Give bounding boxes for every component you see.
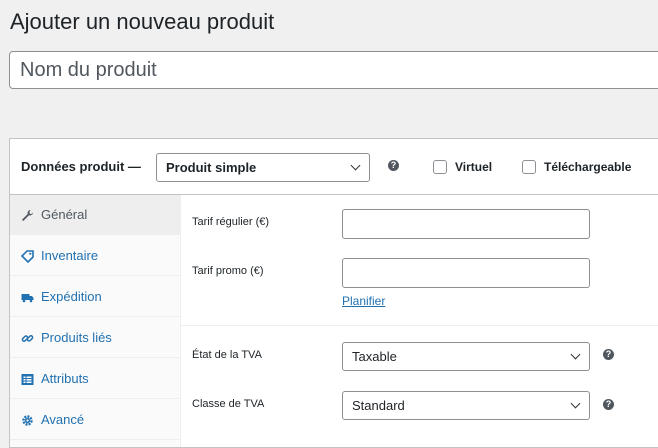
tab-shipping[interactable]: Expédition xyxy=(10,277,180,317)
product-data-header: Données produit — Produit simple ? Virtu… xyxy=(10,139,658,195)
sale-price-label: Tarif promo (€) xyxy=(192,265,264,277)
list-icon xyxy=(21,373,34,386)
product-data-panel: Données produit — Produit simple ? Virtu… xyxy=(9,138,658,448)
chevron-down-icon xyxy=(350,160,361,171)
section-divider xyxy=(181,325,658,326)
truck-icon xyxy=(21,291,34,304)
tax-status-help-icon[interactable]: ? xyxy=(603,349,614,360)
product-type-value: Produit simple xyxy=(166,160,257,175)
tax-class-value: Standard xyxy=(352,398,405,413)
tab-advanced[interactable]: Avancé xyxy=(10,400,180,440)
wrench-icon xyxy=(21,209,34,222)
tag-icon xyxy=(21,250,34,263)
tab-advanced-label: Avancé xyxy=(41,412,85,427)
tax-status-select[interactable]: Taxable xyxy=(342,342,590,371)
tab-general-label: Général xyxy=(41,207,88,222)
chevron-down-icon xyxy=(570,349,581,360)
tab-linked-products[interactable]: Produits liés xyxy=(10,318,180,358)
product-name-input[interactable]: Nom du produit xyxy=(9,51,658,89)
tab-shipping-label: Expédition xyxy=(41,289,102,304)
regular-price-label: Tarif régulier (€) xyxy=(192,216,270,228)
tax-class-select[interactable]: Standard xyxy=(342,391,590,420)
product-type-select[interactable]: Produit simple xyxy=(156,153,370,182)
tab-linked-products-label: Produits liés xyxy=(41,330,112,345)
help-icon[interactable]: ? xyxy=(388,160,399,171)
tab-attributes-label: Attributs xyxy=(41,371,89,386)
link-icon xyxy=(21,332,34,345)
tax-class-help-icon[interactable]: ? xyxy=(603,399,614,410)
chevron-down-icon xyxy=(570,398,581,409)
virtual-checkbox[interactable] xyxy=(433,160,447,174)
tax-status-label: État de la TVA xyxy=(192,349,262,361)
product-data-label: Données produit — xyxy=(21,159,141,174)
tax-status-value: Taxable xyxy=(352,349,397,364)
downloadable-label: Téléchargeable xyxy=(544,160,632,174)
schedule-link[interactable]: Planifier xyxy=(342,294,385,308)
regular-price-input[interactable] xyxy=(342,209,590,239)
tax-class-label: Classe de TVA xyxy=(192,398,265,410)
tab-inventory-label: Inventaire xyxy=(41,248,99,263)
tab-general[interactable]: Général xyxy=(10,195,180,235)
tab-inventory[interactable]: Inventaire xyxy=(10,236,180,276)
product-name-placeholder: Nom du produit xyxy=(20,58,157,81)
downloadable-checkbox[interactable] xyxy=(522,160,536,174)
gear-icon xyxy=(21,414,34,427)
virtual-label: Virtuel xyxy=(455,160,493,174)
product-data-tabs: Général Inventaire Expédition Produits l… xyxy=(10,195,181,447)
sale-price-input[interactable] xyxy=(342,258,590,288)
page-title: Ajouter un nouveau produit xyxy=(10,9,275,34)
tab-attributes[interactable]: Attributs xyxy=(10,359,180,399)
